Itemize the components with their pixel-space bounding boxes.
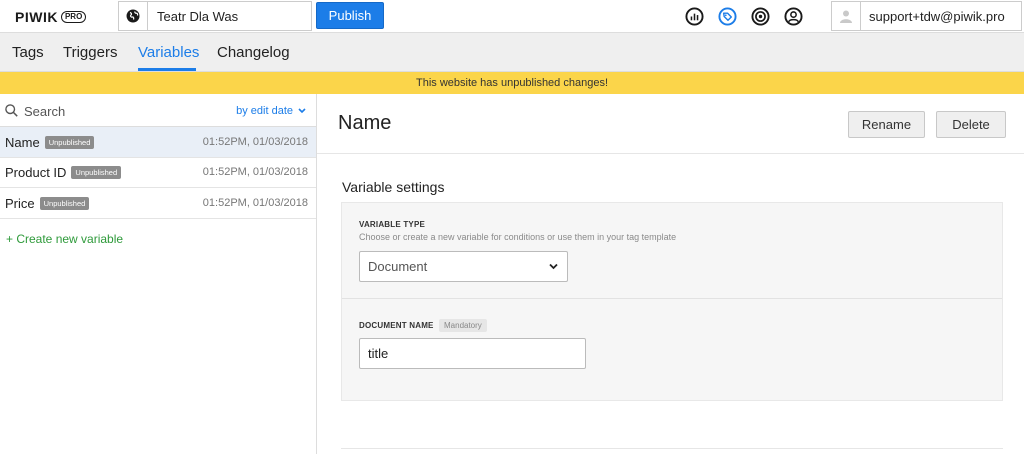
active-tab-indicator bbox=[138, 68, 196, 71]
search-row: by edit date bbox=[0, 94, 316, 127]
piwik-pro-logo[interactable]: PIWIK PRO bbox=[15, 9, 87, 25]
user-circle-icon[interactable] bbox=[783, 6, 803, 26]
variable-type-select[interactable]: Document bbox=[359, 251, 568, 282]
top-icon-group bbox=[684, 6, 803, 26]
document-name-input[interactable] bbox=[359, 338, 586, 369]
target-icon[interactable] bbox=[750, 6, 770, 26]
create-variable-link[interactable]: + Create new variable bbox=[6, 232, 123, 246]
variable-date: 01:52PM, 01/03/2018 bbox=[202, 136, 308, 148]
variable-type-value: Document bbox=[368, 259, 428, 274]
tab-variables[interactable]: Variables bbox=[138, 44, 199, 61]
variables-sidebar: by edit date Name Unpublished 01:52PM, 0… bbox=[0, 94, 317, 454]
person-icon bbox=[840, 10, 852, 23]
tab-changelog[interactable]: Changelog bbox=[217, 44, 290, 61]
document-name-label: DOCUMENT NAME bbox=[359, 321, 434, 330]
unpublished-banner: This website has unpublished changes! bbox=[0, 72, 1024, 94]
search-icon bbox=[5, 104, 18, 120]
variable-date: 01:52PM, 01/03/2018 bbox=[202, 166, 308, 178]
variable-name: Price bbox=[5, 195, 35, 211]
status-badge: Unpublished bbox=[71, 165, 122, 179]
header-divider bbox=[317, 153, 1024, 154]
logo-text: PIWIK bbox=[15, 9, 58, 25]
sort-label: by edit date bbox=[236, 105, 293, 117]
publish-button[interactable]: Publish bbox=[316, 2, 384, 29]
variable-name: Name bbox=[5, 134, 40, 150]
logo-pro-badge: PRO bbox=[60, 11, 87, 23]
tag-icon[interactable] bbox=[717, 6, 737, 26]
variable-name: Product ID bbox=[5, 164, 67, 180]
tab-tags[interactable]: Tags bbox=[12, 44, 44, 61]
rename-button[interactable]: Rename bbox=[848, 111, 925, 138]
variable-type-description: Choose or create a new variable for cond… bbox=[359, 232, 677, 242]
variable-row[interactable]: Name Unpublished 01:52PM, 01/03/2018 bbox=[0, 127, 316, 158]
search-input[interactable] bbox=[24, 102, 204, 120]
status-badge: Unpublished bbox=[39, 196, 90, 210]
globe-icon bbox=[119, 2, 148, 30]
banner-text: This website has unpublished changes! bbox=[415, 77, 608, 89]
variable-detail: Name Rename Delete Variable settings VAR… bbox=[317, 94, 1024, 454]
user-email: support+tdw@piwik.pro bbox=[869, 8, 1005, 24]
chevron-down-icon bbox=[298, 108, 306, 114]
variable-date: 01:52PM, 01/03/2018 bbox=[202, 197, 308, 209]
site-selector[interactable]: Teatr Dla Was bbox=[118, 1, 312, 31]
bottom-divider bbox=[341, 448, 1003, 449]
stats-icon[interactable] bbox=[684, 6, 704, 26]
variable-row[interactable]: Price Unpublished 01:52PM, 01/03/2018 bbox=[0, 188, 316, 219]
mandatory-badge: Mandatory bbox=[439, 319, 487, 332]
section-title: Variable settings bbox=[342, 179, 445, 195]
card-divider bbox=[342, 298, 1002, 299]
main-nav: Tags Triggers Variables Changelog bbox=[0, 33, 1024, 72]
delete-button[interactable]: Delete bbox=[936, 111, 1006, 138]
sort-dropdown[interactable]: by edit date bbox=[236, 105, 306, 117]
variable-type-label: VARIABLE TYPE bbox=[359, 220, 426, 229]
variable-settings-card: VARIABLE TYPE Choose or create a new var… bbox=[341, 202, 1003, 401]
avatar bbox=[832, 2, 861, 30]
top-bar: PIWIK PRO Teatr Dla Was Publish support+… bbox=[0, 0, 1024, 33]
page-title: Name bbox=[338, 112, 392, 134]
user-menu[interactable]: support+tdw@piwik.pro bbox=[831, 1, 1022, 31]
status-badge: Unpublished bbox=[44, 135, 95, 149]
chevron-down-icon bbox=[549, 263, 558, 270]
site-name: Teatr Dla Was bbox=[157, 8, 239, 24]
tab-triggers[interactable]: Triggers bbox=[63, 44, 117, 61]
variable-row[interactable]: Product ID Unpublished 01:52PM, 01/03/20… bbox=[0, 157, 316, 188]
